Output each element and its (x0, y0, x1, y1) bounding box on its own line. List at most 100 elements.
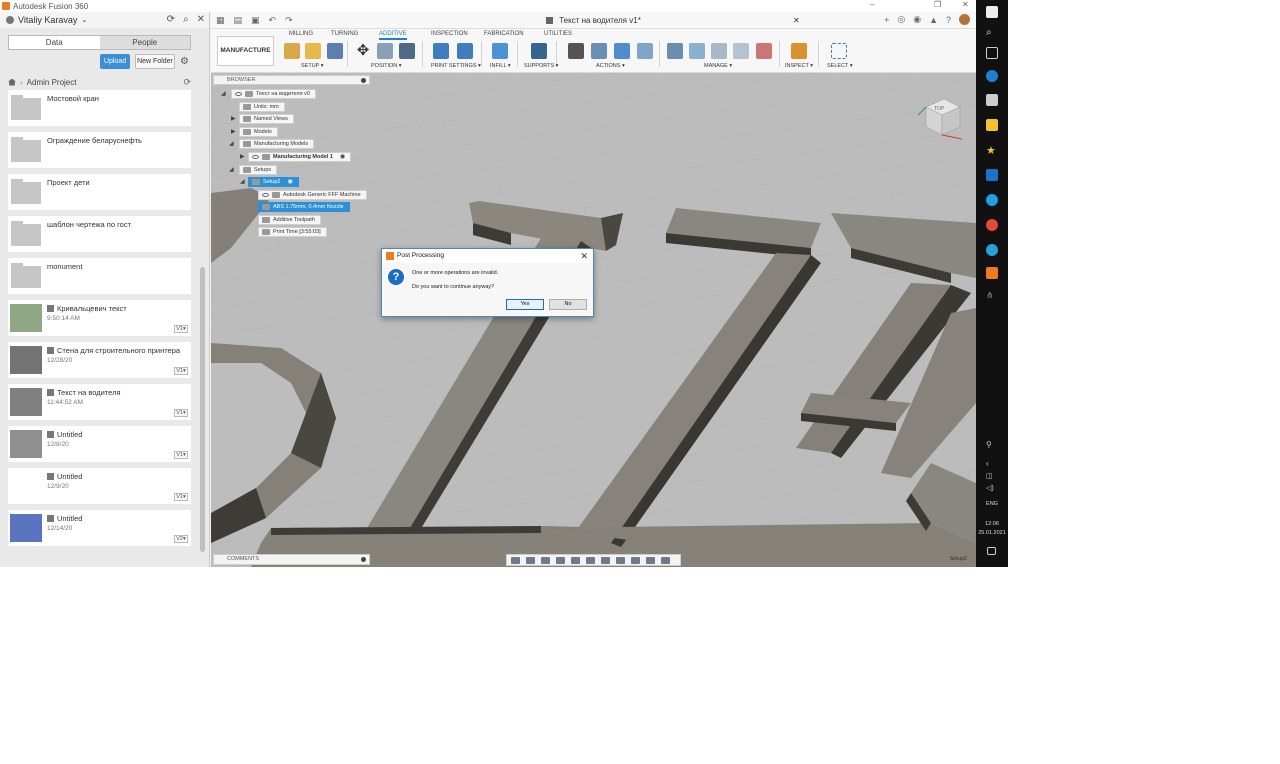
close-tab-icon[interactable]: ✕ (793, 16, 800, 25)
infill-icon[interactable] (492, 43, 508, 59)
breadcrumb-project[interactable]: Admin Project (27, 78, 77, 87)
close-icon[interactable]: ✕ (197, 14, 205, 25)
yes-button[interactable]: Yes (506, 299, 544, 310)
nc-program-icon[interactable] (756, 43, 772, 59)
share-icon[interactable]: ⋔ (986, 290, 998, 302)
edge-icon[interactable] (986, 70, 998, 82)
notifications-icon[interactable]: ▲ (929, 15, 938, 25)
workspace-selector[interactable]: MANUFACTURE ▾ (217, 36, 274, 82)
browser-node[interactable]: Setup2 ◉ (248, 177, 299, 187)
activate-icon[interactable]: ◉ (287, 178, 292, 186)
viewcube[interactable]: TOP (916, 95, 964, 140)
print-settings-edit-icon[interactable] (457, 43, 473, 59)
extensions-icon[interactable]: ◎ (897, 14, 905, 25)
file-menu-icon[interactable]: ▤ (234, 15, 243, 26)
undo-icon[interactable]: ↶ (269, 15, 277, 26)
browser-node[interactable]: ABS 1.75mm, 0.4mm Nozzle (258, 202, 350, 212)
group-print[interactable]: PRINT SETTINGS ▾ (431, 63, 481, 69)
simulate-icon[interactable] (591, 43, 607, 59)
expand-arrow-icon[interactable]: ◢ (240, 178, 245, 185)
visibility-eye-icon[interactable] (262, 193, 269, 197)
refresh-icon[interactable]: ⟳ (167, 14, 175, 25)
user-name[interactable]: Vitaliy Karavay (18, 15, 77, 25)
group-inspect[interactable]: INSPECT ▾ (785, 63, 813, 69)
measure-icon[interactable] (791, 43, 807, 59)
browser-node[interactable]: Manufacturing Model 1 ◉ (248, 152, 352, 162)
template-library-icon[interactable] (689, 43, 705, 59)
design-item[interactable]: Кривальцевич текст 9:50:14 AM V1▾ (8, 300, 191, 336)
tray-chevron-icon[interactable]: ‹ (986, 459, 998, 471)
select-icon[interactable] (831, 43, 847, 59)
browser-node[interactable]: Models (239, 127, 278, 137)
document-tab[interactable]: Текст на водителя v1* ✕ (546, 16, 800, 25)
pan-icon[interactable] (541, 556, 550, 564)
tool-library-icon[interactable] (667, 43, 683, 59)
close-window-button[interactable]: ✕ (962, 0, 969, 9)
dialog-close-button[interactable]: ✕ (580, 249, 588, 263)
minimize-button[interactable]: – (870, 0, 874, 9)
folder-item[interactable]: Мостовой кран (8, 90, 191, 126)
skype-icon[interactable] (986, 194, 998, 206)
post-process-icon[interactable] (614, 43, 630, 59)
star-icon[interactable]: ★ (986, 144, 998, 157)
tab-milling[interactable]: MILLING (289, 31, 313, 37)
effects-icon[interactable] (646, 556, 655, 564)
new-setup-icon[interactable] (305, 43, 321, 59)
maximize-button[interactable]: ❐ (934, 0, 941, 9)
chevron-down-icon[interactable]: ⌄ (81, 16, 87, 24)
viewport-canvas[interactable]: BROWSER ◢ Текст на водителя v0 Units: mm ▶ N… (211, 73, 976, 567)
browser-node[interactable]: Named Views (239, 114, 294, 124)
arrange-icon[interactable] (327, 43, 343, 59)
open-setup-icon[interactable] (284, 43, 300, 59)
group-infill[interactable]: INFILL ▾ (490, 63, 511, 69)
group-setup[interactable]: SETUP ▾ (301, 63, 324, 69)
expand-arrow-icon[interactable]: ▶ (231, 128, 236, 135)
design-item[interactable]: Untitled 12/8/20 V1▾ (8, 426, 191, 462)
expand-arrow-icon[interactable]: ▶ (231, 115, 236, 122)
version-dropdown[interactable]: V1▾ (174, 325, 188, 333)
outlook-icon[interactable] (986, 169, 998, 181)
post-library-icon[interactable] (711, 43, 727, 59)
group-actions[interactable]: ACTIONS ▾ (596, 63, 625, 69)
comments-panel[interactable]: COMMENTS (213, 554, 370, 565)
machine-library-icon[interactable] (733, 43, 749, 59)
clock-date[interactable]: 25.01.2021 (976, 530, 1008, 536)
tab-additive[interactable]: ADDITIVE (379, 31, 407, 40)
file-list-scrollbar[interactable] (200, 267, 205, 552)
redo-icon[interactable]: ↷ (285, 15, 293, 26)
export-3mf-icon[interactable] (568, 43, 584, 59)
viewports-icon[interactable] (616, 556, 625, 564)
clock-time[interactable]: 12:06 (976, 521, 1008, 527)
design-item[interactable]: Untitled 12/14/20 V2▾ (8, 510, 191, 546)
zoom-icon[interactable] (556, 556, 565, 564)
new-tab-icon[interactable]: + (884, 15, 889, 25)
tab-fabrication[interactable]: FABRICATION (484, 31, 524, 37)
help-icon[interactable]: ? (946, 15, 951, 25)
place-icon[interactable] (399, 43, 415, 59)
fusion-taskbar-icon[interactable] (986, 267, 998, 279)
store-icon[interactable] (986, 94, 998, 106)
no-button[interactable]: No (549, 299, 587, 310)
group-select[interactable]: SELECT ▾ (827, 63, 853, 69)
browser-node[interactable]: Текст на водителя v0 (231, 89, 316, 99)
design-item[interactable]: Untitled 12/9/20 V1▾ (8, 468, 191, 504)
gear-icon[interactable]: ⚙ (180, 56, 189, 67)
design-item[interactable]: Стена для строительного принтера 12/28/20… (8, 342, 191, 378)
save-icon[interactable]: ▣ (251, 15, 260, 26)
browser-node[interactable]: Autodesk Generic FFF Machine (258, 190, 367, 200)
version-dropdown[interactable]: V2▾ (174, 535, 188, 543)
version-dropdown[interactable]: V1▾ (174, 451, 188, 459)
chrome-icon[interactable] (986, 219, 998, 231)
tab-utilities[interactable]: UTILITIES (544, 31, 572, 37)
expand-arrow-icon[interactable]: ◢ (229, 140, 234, 147)
look-at-icon[interactable] (526, 556, 535, 564)
job-status-icon[interactable]: ◉ (913, 14, 921, 25)
position-icon[interactable] (377, 43, 393, 59)
network-icon[interactable]: ◫ (986, 472, 998, 484)
windows-start-icon[interactable] (986, 6, 998, 18)
design-item[interactable]: Текст на водителя 11:44:52 AM V1▾ (8, 384, 191, 420)
folder-item[interactable]: Проект дети (8, 174, 191, 210)
sync-icon[interactable]: ⟳ (183, 77, 191, 88)
environment-icon[interactable] (661, 556, 670, 564)
tab-inspection[interactable]: INSPECTION (431, 31, 468, 37)
